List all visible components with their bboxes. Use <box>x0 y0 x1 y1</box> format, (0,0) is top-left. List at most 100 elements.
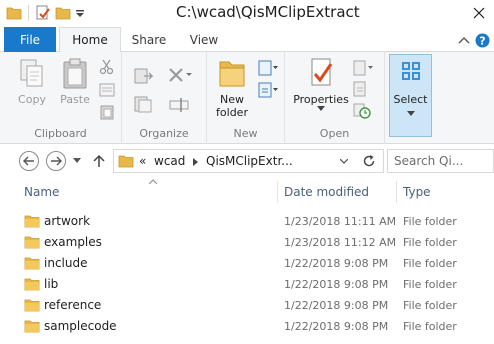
arrow-right-icon <box>51 156 62 166</box>
file-type: File folder <box>403 320 457 333</box>
chevron-down-icon[interactable] <box>340 159 348 164</box>
up-arrow-icon[interactable] <box>93 154 105 168</box>
file-date: 1/23/2018 11:12 AM <box>284 236 397 249</box>
paste-shortcut-icon[interactable] <box>98 104 116 120</box>
breadcrumb-current[interactable]: QisMClipExtr... <box>206 154 293 168</box>
clipboard-group-label: Clipboard <box>34 127 87 140</box>
file-date: 1/22/2018 9:08 PM <box>284 320 389 333</box>
open-icon[interactable] <box>351 59 375 77</box>
breadcrumb-overflow[interactable]: « <box>139 154 146 168</box>
list-item[interactable]: include 1/22/2018 9:08 PM File folder <box>0 253 494 274</box>
copy-button[interactable]: Copy <box>14 58 50 106</box>
file-type: File folder <box>403 278 457 291</box>
chevron-down-icon <box>317 106 325 111</box>
properties-button[interactable]: Properties <box>293 56 349 112</box>
search-placeholder: Search Qi... <box>394 154 464 168</box>
ribbon: Copy Paste Clipboard Organize New folder… <box>0 52 494 144</box>
file-name: reference <box>44 298 102 312</box>
paste-button[interactable]: Paste <box>56 58 94 106</box>
select-button[interactable]: Select <box>389 54 432 137</box>
address-bar[interactable]: « wcad QisMClipExtr... <box>113 149 384 173</box>
chevron-up-icon <box>458 37 470 44</box>
tab-file[interactable]: File <box>4 27 56 52</box>
chevron-right-icon[interactable] <box>193 158 198 166</box>
organize-group-label: Organize <box>139 127 189 140</box>
column-divider[interactable] <box>277 181 278 203</box>
help-button[interactable]: ? <box>474 32 490 48</box>
close-window-button[interactable] <box>464 0 494 26</box>
file-date: 1/22/2018 9:08 PM <box>284 257 389 270</box>
collapse-ribbon-button[interactable] <box>456 32 472 48</box>
folder-icon[interactable] <box>6 6 22 20</box>
properties-label: Properties <box>293 93 349 106</box>
file-date: 1/22/2018 9:08 PM <box>284 299 389 312</box>
folder-icon <box>24 236 40 249</box>
chevron-down-icon <box>407 111 415 116</box>
folder-icon <box>118 155 134 168</box>
file-type: File folder <box>403 257 457 270</box>
recent-locations-icon[interactable] <box>73 158 81 164</box>
column-headers: Name Date modified Type <box>0 177 494 207</box>
tab-share[interactable]: Share <box>123 27 175 52</box>
history-icon[interactable] <box>351 102 375 120</box>
open-group: Properties Open <box>285 52 385 144</box>
file-name: artwork <box>44 214 91 228</box>
list-item[interactable]: artwork 1/23/2018 11:11 AM File folder <box>0 211 494 232</box>
file-type: File folder <box>403 236 457 249</box>
file-date: 1/23/2018 11:11 AM <box>284 215 397 228</box>
tab-view[interactable]: View <box>178 27 230 52</box>
list-item[interactable]: reference 1/22/2018 9:08 PM File folder <box>0 295 494 316</box>
refresh-icon[interactable] <box>362 154 376 168</box>
cut-icon[interactable] <box>98 59 116 75</box>
clipboard-group: Copy Paste Clipboard <box>0 52 122 144</box>
svg-text:?: ? <box>479 34 485 47</box>
forward-button[interactable] <box>46 151 66 171</box>
edit-icon[interactable] <box>351 80 375 98</box>
column-header-date[interactable]: Date modified <box>284 185 369 199</box>
delete-icon[interactable] <box>167 66 193 86</box>
close-icon <box>473 7 485 19</box>
new-item-icon[interactable] <box>257 59 279 77</box>
navigation-bar: « wcad QisMClipExtr... Search Qi... <box>0 144 494 177</box>
folder-icon <box>24 278 40 291</box>
list-item[interactable]: lib 1/22/2018 9:08 PM File folder <box>0 274 494 295</box>
customize-qat-icon[interactable] <box>75 7 85 19</box>
title-bar: C:\wcad\QisMClipExtract <box>0 0 494 27</box>
select-label: Select <box>393 93 428 106</box>
quick-access-toolbar <box>6 5 85 21</box>
tab-home[interactable]: Home <box>59 27 121 53</box>
copy-to-icon[interactable] <box>132 94 156 114</box>
sort-indicator-icon <box>149 179 157 184</box>
select-all-icon <box>402 62 420 80</box>
copy-label: Copy <box>18 93 46 106</box>
file-name: examples <box>44 235 102 249</box>
qat-separator <box>28 5 29 21</box>
organize-group: Organize <box>122 52 207 144</box>
folder-icon <box>24 299 40 312</box>
list-item[interactable]: examples 1/23/2018 11:12 AM File folder <box>0 232 494 253</box>
rename-icon[interactable] <box>167 94 193 114</box>
new-folder-button[interactable]: New folder <box>213 56 251 119</box>
open-group-label: Open <box>319 127 350 140</box>
folder-icon <box>24 320 40 333</box>
column-divider[interactable] <box>396 181 397 203</box>
list-item[interactable]: samplecode 1/22/2018 9:08 PM File folder <box>0 316 494 337</box>
easy-access-icon[interactable] <box>257 81 279 99</box>
new-group-label: New <box>233 127 258 140</box>
breadcrumb-wcad[interactable]: wcad <box>154 154 185 168</box>
copy-path-icon[interactable] <box>98 82 116 98</box>
new-group: New folder New <box>207 52 285 144</box>
move-to-icon[interactable] <box>132 66 156 86</box>
ribbon-tabs: File Home Share View ? <box>0 27 494 53</box>
back-button[interactable] <box>19 151 39 171</box>
properties-icon[interactable] <box>35 5 51 21</box>
folder-icon <box>24 257 40 270</box>
copy-icon <box>20 59 43 87</box>
new-folder-label-line2: folder <box>216 106 248 119</box>
file-type: File folder <box>403 215 457 228</box>
new-folder-icon[interactable] <box>55 6 71 20</box>
help-icon: ? <box>475 33 489 47</box>
search-input[interactable]: Search Qi... <box>387 149 494 173</box>
column-header-type[interactable]: Type <box>403 185 431 199</box>
column-header-name[interactable]: Name <box>24 185 59 199</box>
